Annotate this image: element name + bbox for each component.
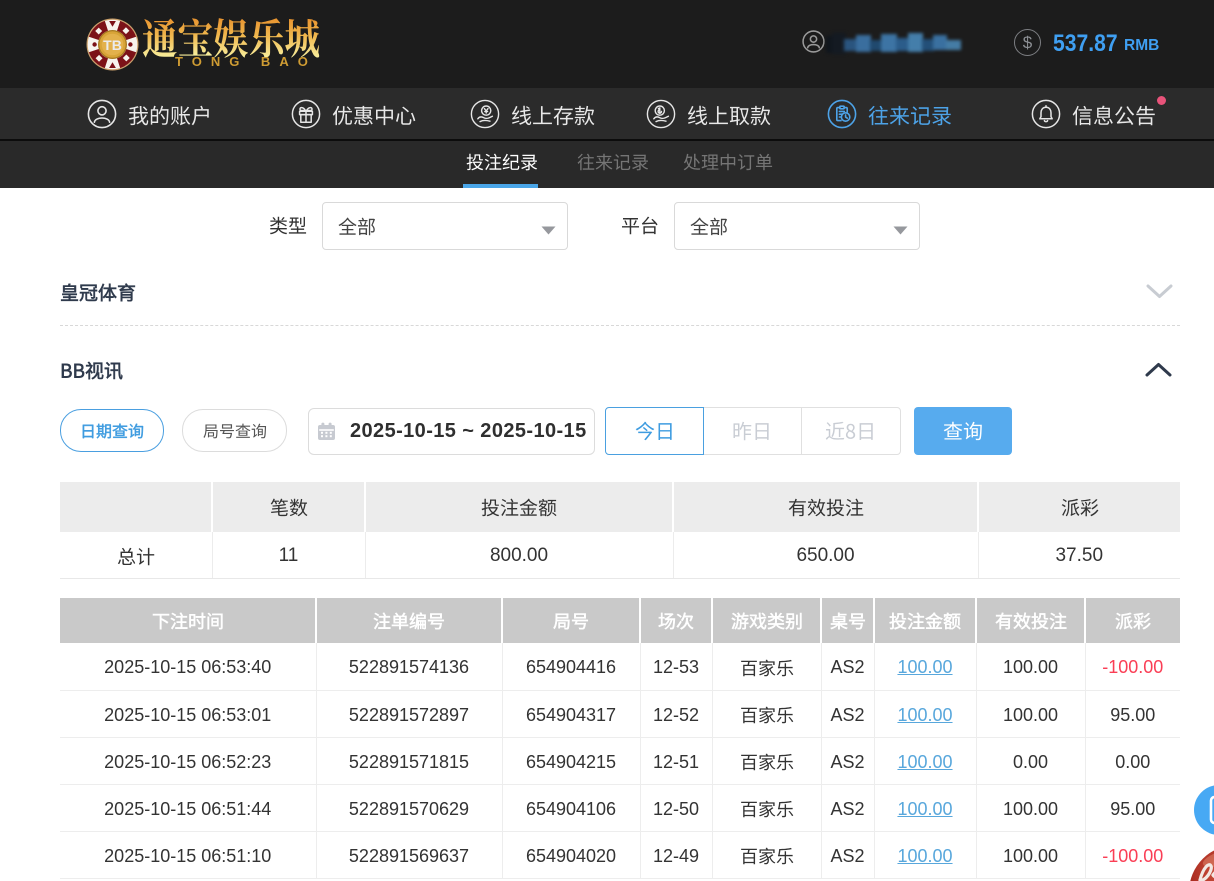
svg-text:TB: TB [103, 37, 122, 53]
